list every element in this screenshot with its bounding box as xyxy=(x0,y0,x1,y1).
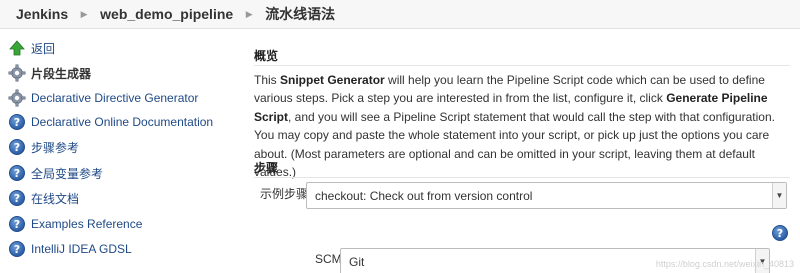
gear-icon xyxy=(8,64,26,82)
sidebar-item-label: 返回 xyxy=(31,41,56,56)
sidebar-item-label: 在线文档 xyxy=(31,191,80,206)
sample-step-value: checkout: Check out from version control xyxy=(315,188,533,203)
breadcrumb-jenkins[interactable]: Jenkins xyxy=(16,6,68,22)
sidebar-item-steps-reference[interactable]: ? 步骤参考 xyxy=(8,136,233,158)
steps-title: 步骤 xyxy=(254,161,279,175)
breadcrumb: Jenkins ▶ web_demo_pipeline ▶ 流水线语法 xyxy=(0,0,800,29)
scm-value: Git xyxy=(349,254,365,269)
help-icon: ? xyxy=(9,190,25,206)
sidebar-item-online-documentation[interactable]: ? 在线文档 xyxy=(8,187,233,209)
help-icon: ? xyxy=(9,165,25,181)
section-divider xyxy=(254,177,790,178)
sidebar-item-label: Declarative Directive Generator xyxy=(31,91,199,105)
chevron-right-icon: ▶ xyxy=(80,8,88,19)
sidebar-item-declarative-directive-generator[interactable]: Declarative Directive Generator xyxy=(8,87,233,109)
help-icon: ? xyxy=(9,139,25,155)
chevron-right-icon: ▶ xyxy=(245,8,253,19)
help-icon: ? xyxy=(9,114,25,130)
sidebar-item-snippet-generator[interactable]: 片段生成器 xyxy=(8,62,233,84)
sidebar: 返回 片段生成器 Declarative Directive Generator… xyxy=(0,29,235,273)
sidebar-item-declarative-online-documentation[interactable]: ? Declarative Online Documentation xyxy=(8,111,233,133)
sidebar-item-label: 步骤参考 xyxy=(31,140,80,155)
sidebar-item-global-variables-reference[interactable]: ? 全局变量参考 xyxy=(8,162,233,184)
overview-title: 概览 xyxy=(254,49,279,63)
sidebar-item-intellij-idea-gdsl[interactable]: ? IntelliJ IDEA GDSL xyxy=(8,238,233,260)
breadcrumb-pipeline-syntax[interactable]: 流水线语法 xyxy=(265,4,335,24)
watermark: https://blog.csdn.net/weixin_40813 xyxy=(655,259,794,269)
breadcrumb-job[interactable]: web_demo_pipeline xyxy=(100,6,233,22)
sidebar-item-label: Examples Reference xyxy=(31,217,143,231)
sample-step-select[interactable]: checkout: Check out from version control… xyxy=(306,182,787,209)
sidebar-item-label: 片段生成器 xyxy=(31,66,92,81)
help-icon: ? xyxy=(9,216,25,232)
help-icon: ? xyxy=(9,241,25,257)
up-arrow-icon xyxy=(8,39,26,57)
snippet-generator-description: This Snippet Generator will help you lea… xyxy=(254,73,775,180)
sample-step-label: 示例步骤 xyxy=(260,187,309,201)
section-divider xyxy=(254,65,790,66)
sidebar-item-label: 全局变量参考 xyxy=(31,166,104,181)
gear-icon xyxy=(8,89,26,107)
scm-label: SCM xyxy=(315,252,342,266)
sidebar-item-back[interactable]: 返回 xyxy=(8,37,233,59)
sidebar-item-label: IntelliJ IDEA GDSL xyxy=(31,242,132,256)
sidebar-item-examples-reference[interactable]: ? Examples Reference xyxy=(8,213,233,235)
chevron-down-icon: ▼ xyxy=(772,183,786,208)
sidebar-item-label: Declarative Online Documentation xyxy=(31,115,214,129)
main-content: 概览 This Snippet Generator will help you … xyxy=(254,29,800,273)
help-icon[interactable]: ? xyxy=(772,225,788,241)
